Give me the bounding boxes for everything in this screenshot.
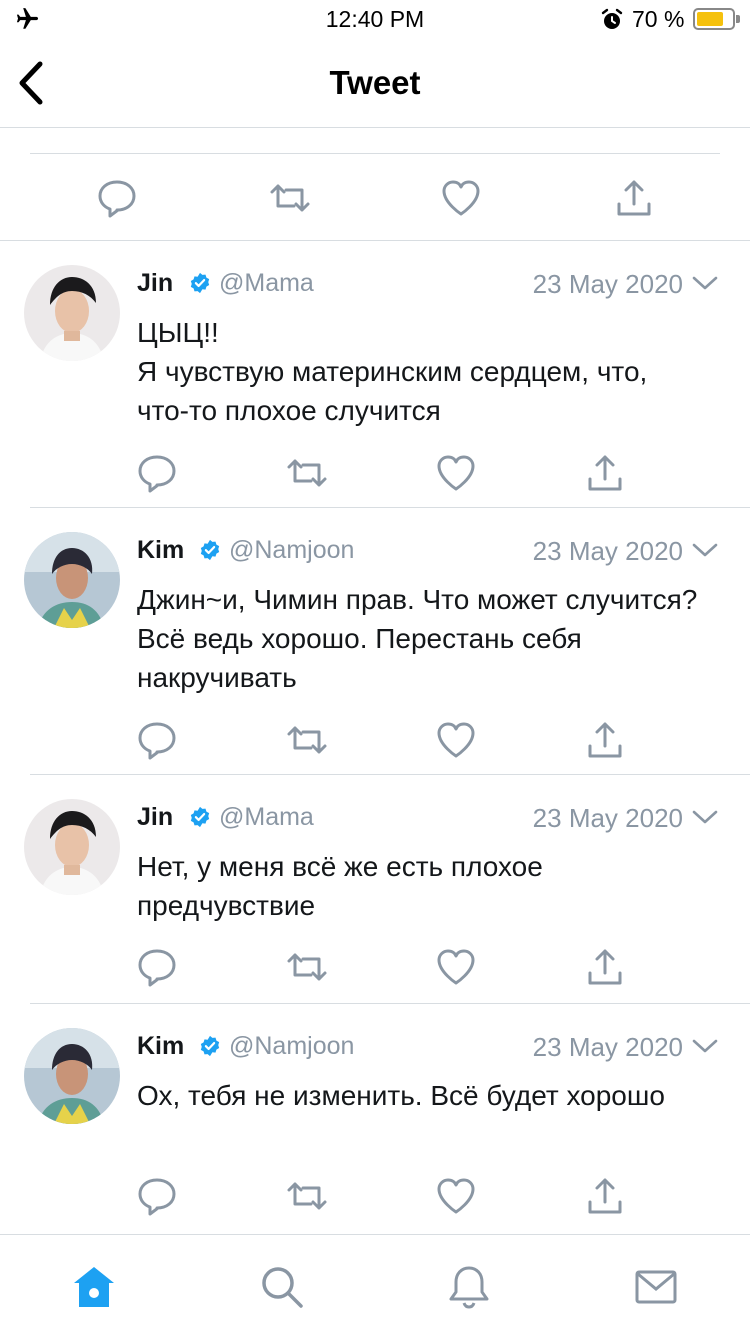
author-handle[interactable]: @Mama: [219, 803, 314, 832]
battery-icon: [693, 8, 740, 30]
tweet-actions: [0, 1172, 750, 1228]
reply-icon[interactable]: [133, 1172, 181, 1220]
reply-icon[interactable]: [133, 716, 181, 764]
tweet[interactable]: Kim @Namjoon 23 May 2020 Джин~и, Чимин прав…: [0, 508, 750, 775]
tweet-actions: [0, 716, 750, 772]
reply-icon[interactable]: [93, 174, 141, 222]
avatar[interactable]: [24, 532, 120, 628]
avatar[interactable]: [24, 265, 120, 361]
verified-badge-icon: [199, 539, 221, 561]
author-handle[interactable]: @Namjoon: [229, 536, 354, 565]
author-handle[interactable]: @Namjoon: [229, 1032, 354, 1061]
reply-icon[interactable]: [133, 943, 181, 991]
chevron-down-icon[interactable]: [691, 1034, 719, 1058]
battery-fill: [697, 12, 723, 26]
like-icon[interactable]: [432, 1172, 480, 1220]
tweet-text: Ох, тебя не изменить. Всё будет хорошо: [137, 1080, 665, 1111]
avatar[interactable]: [24, 1028, 120, 1124]
avatar[interactable]: [24, 799, 120, 895]
tweet[interactable]: Jin @Mama 23 May 2020 Нет, у меня всё же ес…: [0, 775, 750, 1004]
tab-bar: [0, 1234, 750, 1334]
tweet-date: 23 May 2020: [532, 803, 683, 833]
tweet-actions: [0, 943, 750, 999]
author-name[interactable]: Kim: [137, 1032, 184, 1061]
tweet-header: Jin @Mama 23 May 2020: [137, 803, 727, 835]
author-name[interactable]: Kim: [137, 536, 184, 565]
like-icon[interactable]: [432, 943, 480, 991]
battery-nub: [736, 15, 740, 23]
retweet-icon[interactable]: [283, 716, 331, 764]
chevron-down-icon[interactable]: [691, 538, 719, 562]
verified-badge-icon: [189, 806, 211, 828]
reply-icon[interactable]: [133, 449, 181, 497]
retweet-icon[interactable]: [283, 943, 331, 991]
battery-percent: 70 %: [632, 6, 685, 32]
share-icon[interactable]: [581, 943, 629, 991]
tweet-header: Jin @Mama 23 May 2020: [137, 269, 727, 301]
retweet-icon[interactable]: [283, 1172, 331, 1220]
tweet-text: ЦЫЦ!! Я чувствую материнским сердцем, чт…: [137, 317, 648, 426]
tweet[interactable]: Kim @Namjoon 23 May 2020 Ох, тебя не измени…: [0, 1004, 750, 1233]
author-handle[interactable]: @Mama: [219, 269, 314, 298]
search-icon[interactable]: [258, 1263, 306, 1311]
retweet-icon[interactable]: [266, 174, 314, 222]
like-icon[interactable]: [437, 174, 485, 222]
messages-icon[interactable]: [632, 1263, 680, 1311]
chevron-down-icon[interactable]: [691, 805, 719, 829]
chevron-down-icon[interactable]: [691, 271, 719, 295]
tweet-date: 23 May 2020: [532, 536, 683, 566]
page-title: Tweet: [329, 64, 421, 101]
tweet[interactable]: Jin @Mama 23 May 2020 ЦЫЦ!! Я чувствую мате…: [0, 241, 750, 508]
divider: [30, 153, 720, 154]
alarm-icon: [600, 8, 624, 32]
share-icon[interactable]: [581, 716, 629, 764]
notifications-icon[interactable]: [445, 1263, 493, 1311]
retweet-icon[interactable]: [283, 449, 331, 497]
tweet-text: Джин~и, Чимин прав. Что может случится? …: [137, 584, 698, 693]
share-icon[interactable]: [610, 174, 658, 222]
home-icon[interactable]: [70, 1263, 118, 1311]
tweet-actions: [0, 449, 750, 505]
like-icon[interactable]: [432, 449, 480, 497]
share-icon[interactable]: [581, 449, 629, 497]
verified-badge-icon: [199, 1035, 221, 1057]
tweet-date: 23 May 2020: [532, 1032, 683, 1062]
top-tweet-actions: [0, 170, 750, 226]
tweet-date: 23 May 2020: [532, 269, 683, 299]
author-name[interactable]: Jin: [137, 803, 173, 832]
tweet-header: Kim @Namjoon 23 May 2020: [137, 536, 727, 568]
like-icon[interactable]: [432, 716, 480, 764]
tweet-text: Нет, у меня всё же есть плохое предчувст…: [137, 851, 543, 921]
verified-badge-icon: [189, 272, 211, 294]
tweet-header: Kim @Namjoon 23 May 2020: [137, 1032, 727, 1064]
status-bar: 12:40 PM 70 %: [0, 0, 750, 40]
author-name[interactable]: Jin: [137, 269, 173, 298]
nav-bar: Tweet: [0, 40, 750, 128]
share-icon[interactable]: [581, 1172, 629, 1220]
